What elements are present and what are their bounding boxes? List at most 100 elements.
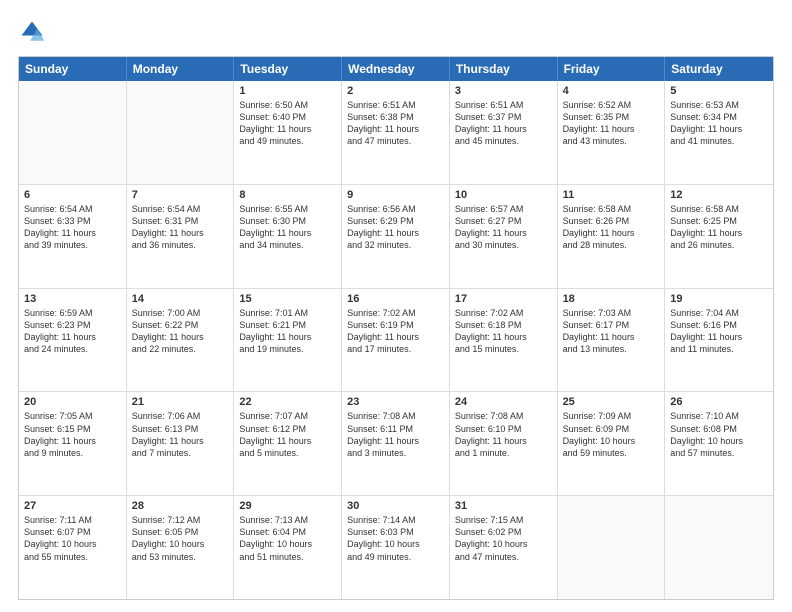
day-cell-16: 16 Sunrise: 7:02 AMSunset: 6:19 PMDayligh… xyxy=(342,289,450,392)
cell-info: Sunrise: 6:56 AMSunset: 6:29 PMDaylight:… xyxy=(347,203,444,252)
cell-info: Sunrise: 6:51 AMSunset: 6:38 PMDaylight:… xyxy=(347,99,444,148)
logo xyxy=(18,18,50,46)
day-number: 13 xyxy=(24,293,121,305)
day-number: 21 xyxy=(132,396,229,408)
calendar-row-3: 13Sunrise: 6:59 AMSunset: 6:23 PMDayligh… xyxy=(19,289,773,393)
calendar-row-2: 6 Sunrise: 6:54 AMSunset: 6:33 PMDaylight… xyxy=(19,185,773,289)
weekday-header-tuesday: Tuesday xyxy=(234,57,342,81)
header xyxy=(18,18,774,46)
logo-icon xyxy=(18,18,46,46)
weekday-header-thursday: Thursday xyxy=(450,57,558,81)
day-number: 28 xyxy=(132,500,229,512)
day-cell-2: 2 Sunrise: 6:51 AMSunset: 6:38 PMDaylight… xyxy=(342,81,450,184)
day-cell-11: 11 Sunrise: 6:58 AMSunset: 6:26 PMDayligh… xyxy=(558,185,666,288)
cell-info: Sunrise: 6:58 AMSunset: 6:26 PMDaylight:… xyxy=(563,203,660,252)
day-number: 3 xyxy=(455,85,552,97)
day-number: 6 xyxy=(24,189,121,201)
day-cell-28: 28Sunrise: 7:12 AMSunset: 6:05 PMDayligh… xyxy=(127,496,235,599)
day-cell-31: 31 Sunrise: 7:15 AMSunset: 6:02 PMDayligh… xyxy=(450,496,558,599)
day-cell-3: 3 Sunrise: 6:51 AMSunset: 6:37 PMDaylight… xyxy=(450,81,558,184)
cell-info: Sunrise: 6:54 AMSunset: 6:31 PMDaylight:… xyxy=(132,203,229,252)
calendar-row-5: 27Sunrise: 7:11 AMSunset: 6:07 PMDayligh… xyxy=(19,496,773,599)
day-cell-1: 1 Sunrise: 6:50 AMSunset: 6:40 PMDaylight… xyxy=(234,81,342,184)
day-number: 25 xyxy=(563,396,660,408)
day-number: 4 xyxy=(563,85,660,97)
day-number: 2 xyxy=(347,85,444,97)
empty-cell xyxy=(665,496,773,599)
cell-info: Sunrise: 7:01 AMSunset: 6:21 PMDaylight:… xyxy=(239,307,336,356)
day-number: 29 xyxy=(239,500,336,512)
day-number: 12 xyxy=(670,189,768,201)
day-cell-4: 4 Sunrise: 6:52 AMSunset: 6:35 PMDaylight… xyxy=(558,81,666,184)
cell-info: Sunrise: 7:08 AMSunset: 6:11 PMDaylight:… xyxy=(347,410,444,459)
day-number: 31 xyxy=(455,500,552,512)
day-cell-7: 7 Sunrise: 6:54 AMSunset: 6:31 PMDaylight… xyxy=(127,185,235,288)
calendar-body: 1 Sunrise: 6:50 AMSunset: 6:40 PMDaylight… xyxy=(19,81,773,599)
weekday-header-friday: Friday xyxy=(558,57,666,81)
day-cell-19: 19Sunrise: 7:04 AMSunset: 6:16 PMDayligh… xyxy=(665,289,773,392)
cell-info: Sunrise: 7:13 AMSunset: 6:04 PMDaylight:… xyxy=(239,514,336,563)
cell-info: Sunrise: 6:55 AMSunset: 6:30 PMDaylight:… xyxy=(239,203,336,252)
cell-info: Sunrise: 6:50 AMSunset: 6:40 PMDaylight:… xyxy=(239,99,336,148)
cell-info: Sunrise: 7:07 AMSunset: 6:12 PMDaylight:… xyxy=(239,410,336,459)
day-number: 17 xyxy=(455,293,552,305)
day-cell-6: 6 Sunrise: 6:54 AMSunset: 6:33 PMDaylight… xyxy=(19,185,127,288)
day-cell-26: 26 Sunrise: 7:10 AMSunset: 6:08 PMDayligh… xyxy=(665,392,773,495)
calendar-row-4: 20Sunrise: 7:05 AMSunset: 6:15 PMDayligh… xyxy=(19,392,773,496)
cell-info: Sunrise: 7:02 AMSunset: 6:18 PMDaylight:… xyxy=(455,307,552,356)
weekday-header-sunday: Sunday xyxy=(19,57,127,81)
day-cell-10: 10 Sunrise: 6:57 AMSunset: 6:27 PMDayligh… xyxy=(450,185,558,288)
cell-info: Sunrise: 7:15 AMSunset: 6:02 PMDaylight:… xyxy=(455,514,552,563)
day-cell-12: 12 Sunrise: 6:58 AMSunset: 6:25 PMDayligh… xyxy=(665,185,773,288)
day-cell-18: 18Sunrise: 7:03 AMSunset: 6:17 PMDayligh… xyxy=(558,289,666,392)
day-number: 11 xyxy=(563,189,660,201)
day-number: 24 xyxy=(455,396,552,408)
day-number: 1 xyxy=(239,85,336,97)
day-number: 9 xyxy=(347,189,444,201)
day-number: 27 xyxy=(24,500,121,512)
day-cell-22: 22 Sunrise: 7:07 AMSunset: 6:12 PMDayligh… xyxy=(234,392,342,495)
weekday-header-monday: Monday xyxy=(127,57,235,81)
cell-info: Sunrise: 7:06 AMSunset: 6:13 PMDaylight:… xyxy=(132,410,229,459)
day-number: 20 xyxy=(24,396,121,408)
day-cell-23: 23Sunrise: 7:08 AMSunset: 6:11 PMDayligh… xyxy=(342,392,450,495)
day-cell-25: 25 Sunrise: 7:09 AMSunset: 6:09 PMDayligh… xyxy=(558,392,666,495)
day-number: 7 xyxy=(132,189,229,201)
weekday-header-saturday: Saturday xyxy=(665,57,773,81)
page: SundayMondayTuesdayWednesdayThursdayFrid… xyxy=(0,0,792,612)
cell-info: Sunrise: 6:51 AMSunset: 6:37 PMDaylight:… xyxy=(455,99,552,148)
day-cell-27: 27Sunrise: 7:11 AMSunset: 6:07 PMDayligh… xyxy=(19,496,127,599)
day-number: 15 xyxy=(239,293,336,305)
day-cell-14: 14 Sunrise: 7:00 AMSunset: 6:22 PMDayligh… xyxy=(127,289,235,392)
day-number: 5 xyxy=(670,85,768,97)
cell-info: Sunrise: 6:57 AMSunset: 6:27 PMDaylight:… xyxy=(455,203,552,252)
day-number: 22 xyxy=(239,396,336,408)
calendar-header: SundayMondayTuesdayWednesdayThursdayFrid… xyxy=(19,57,773,81)
cell-info: Sunrise: 7:02 AMSunset: 6:19 PMDaylight:… xyxy=(347,307,444,356)
day-number: 10 xyxy=(455,189,552,201)
cell-info: Sunrise: 7:08 AMSunset: 6:10 PMDaylight:… xyxy=(455,410,552,459)
cell-info: Sunrise: 7:00 AMSunset: 6:22 PMDaylight:… xyxy=(132,307,229,356)
cell-info: Sunrise: 6:53 AMSunset: 6:34 PMDaylight:… xyxy=(670,99,768,148)
cell-info: Sunrise: 6:54 AMSunset: 6:33 PMDaylight:… xyxy=(24,203,121,252)
cell-info: Sunrise: 6:58 AMSunset: 6:25 PMDaylight:… xyxy=(670,203,768,252)
day-cell-13: 13Sunrise: 6:59 AMSunset: 6:23 PMDayligh… xyxy=(19,289,127,392)
day-cell-5: 5 Sunrise: 6:53 AMSunset: 6:34 PMDaylight… xyxy=(665,81,773,184)
day-number: 16 xyxy=(347,293,444,305)
cell-info: Sunrise: 7:10 AMSunset: 6:08 PMDaylight:… xyxy=(670,410,768,459)
day-cell-17: 17 Sunrise: 7:02 AMSunset: 6:18 PMDayligh… xyxy=(450,289,558,392)
calendar: SundayMondayTuesdayWednesdayThursdayFrid… xyxy=(18,56,774,600)
empty-cell xyxy=(19,81,127,184)
cell-info: Sunrise: 6:52 AMSunset: 6:35 PMDaylight:… xyxy=(563,99,660,148)
empty-cell xyxy=(558,496,666,599)
day-cell-8: 8Sunrise: 6:55 AMSunset: 6:30 PMDaylight… xyxy=(234,185,342,288)
cell-info: Sunrise: 7:09 AMSunset: 6:09 PMDaylight:… xyxy=(563,410,660,459)
weekday-header-wednesday: Wednesday xyxy=(342,57,450,81)
day-cell-9: 9 Sunrise: 6:56 AMSunset: 6:29 PMDaylight… xyxy=(342,185,450,288)
cell-info: Sunrise: 7:04 AMSunset: 6:16 PMDaylight:… xyxy=(670,307,768,356)
day-number: 26 xyxy=(670,396,768,408)
cell-info: Sunrise: 7:03 AMSunset: 6:17 PMDaylight:… xyxy=(563,307,660,356)
day-cell-15: 15 Sunrise: 7:01 AMSunset: 6:21 PMDayligh… xyxy=(234,289,342,392)
empty-cell xyxy=(127,81,235,184)
day-number: 14 xyxy=(132,293,229,305)
